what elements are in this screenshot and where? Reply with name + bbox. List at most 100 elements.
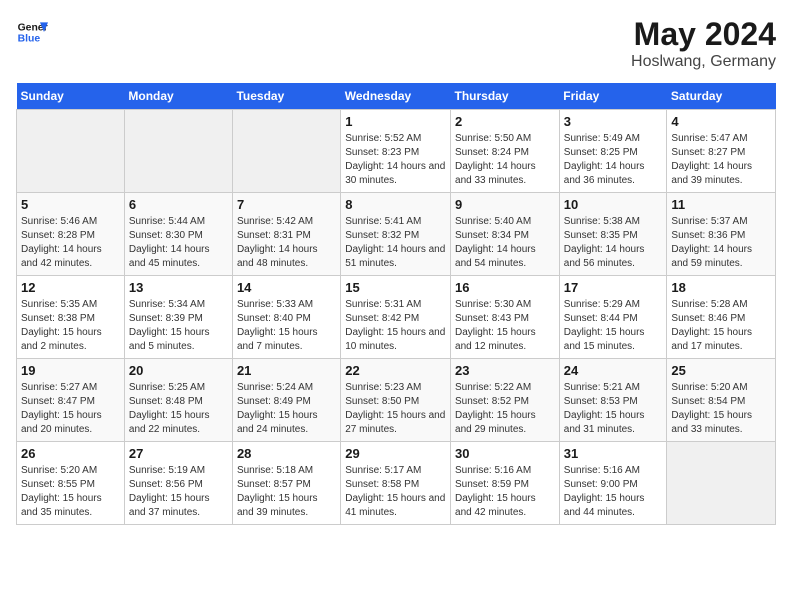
day-number: 24 [564, 363, 663, 378]
day-info: Sunrise: 5:46 AMSunset: 8:28 PMDaylight:… [21, 215, 120, 271]
day-info: Sunrise: 5:22 AMSunset: 8:52 PMDaylight:… [455, 381, 555, 437]
calendar-week-row: 19 Sunrise: 5:27 AMSunset: 8:47 PMDayligh… [17, 359, 776, 442]
calendar-week-row: 1Sunrise: 5:52 AMSunset: 8:23 PMDaylight… [17, 110, 776, 193]
day-number: 7 [237, 197, 336, 212]
day-info: Sunrise: 5:38 AMSunset: 8:35 PMDaylight:… [564, 215, 663, 271]
calendar-cell [124, 110, 232, 193]
day-number: 18 [671, 280, 771, 295]
weekday-header: Monday [124, 83, 232, 110]
weekday-header: Saturday [667, 83, 776, 110]
day-info: Sunrise: 5:34 AMSunset: 8:39 PMDaylight:… [129, 298, 228, 354]
calendar-cell: 14 Sunrise: 5:33 AMSunset: 8:40 PMDayligh… [232, 276, 340, 359]
day-info: Sunrise: 5:25 AMSunset: 8:48 PMDaylight:… [129, 381, 228, 437]
day-number: 8 [345, 197, 446, 212]
calendar-cell: 29Sunrise: 5:17 AMSunset: 8:58 PMDayligh… [341, 442, 451, 525]
day-number: 3 [564, 114, 663, 129]
day-info: Sunrise: 5:27 AMSunset: 8:47 PMDaylight:… [21, 381, 120, 437]
day-number: 23 [455, 363, 555, 378]
day-number: 20 [129, 363, 228, 378]
calendar-week-row: 5 Sunrise: 5:46 AMSunset: 8:28 PMDaylight… [17, 193, 776, 276]
day-number: 14 [237, 280, 336, 295]
calendar-cell: 15 Sunrise: 5:31 AMSunset: 8:42 PMDayligh… [341, 276, 451, 359]
day-info: Sunrise: 5:44 AMSunset: 8:30 PMDaylight:… [129, 215, 228, 271]
calendar-cell: 23 Sunrise: 5:22 AMSunset: 8:52 PMDayligh… [451, 359, 560, 442]
day-info: Sunrise: 5:29 AMSunset: 8:44 PMDaylight:… [564, 298, 663, 354]
calendar-cell: 21 Sunrise: 5:24 AMSunset: 8:49 PMDayligh… [232, 359, 340, 442]
day-number: 13 [129, 280, 228, 295]
day-info: Sunrise: 5:18 AMSunset: 8:57 PMDaylight:… [237, 464, 336, 520]
calendar-cell: 3 Sunrise: 5:49 AMSunset: 8:25 PMDaylight… [559, 110, 667, 193]
calendar-cell: 6 Sunrise: 5:44 AMSunset: 8:30 PMDaylight… [124, 193, 232, 276]
day-info: Sunrise: 5:49 AMSunset: 8:25 PMDaylight:… [564, 132, 663, 188]
logo: General Blue [16, 16, 48, 48]
day-info: Sunrise: 5:41 AMSunset: 8:32 PMDaylight:… [345, 215, 446, 271]
weekday-header: Thursday [451, 83, 560, 110]
day-info: Sunrise: 5:23 AMSunset: 8:50 PMDaylight:… [345, 381, 446, 437]
day-number: 15 [345, 280, 446, 295]
calendar-cell: 1Sunrise: 5:52 AMSunset: 8:23 PMDaylight… [341, 110, 451, 193]
day-info: Sunrise: 5:30 AMSunset: 8:43 PMDaylight:… [455, 298, 555, 354]
day-number: 2 [455, 114, 555, 129]
day-info: Sunrise: 5:21 AMSunset: 8:53 PMDaylight:… [564, 381, 663, 437]
weekday-header: Friday [559, 83, 667, 110]
calendar-table: SundayMondayTuesdayWednesdayThursdayFrid… [16, 83, 776, 525]
weekday-header: Wednesday [341, 83, 451, 110]
day-info: Sunrise: 5:47 AMSunset: 8:27 PMDaylight:… [671, 132, 771, 188]
day-info: Sunrise: 5:28 AMSunset: 8:46 PMDaylight:… [671, 298, 771, 354]
svg-text:Blue: Blue [18, 34, 41, 45]
calendar-cell [17, 110, 125, 193]
day-number: 21 [237, 363, 336, 378]
page-title: May 2024 [631, 16, 776, 53]
day-info: Sunrise: 5:31 AMSunset: 8:42 PMDaylight:… [345, 298, 446, 354]
day-info: Sunrise: 5:24 AMSunset: 8:49 PMDaylight:… [237, 381, 336, 437]
page-subtitle: Hoslwang, Germany [631, 53, 776, 71]
calendar-cell: 12 Sunrise: 5:35 AMSunset: 8:38 PMDayligh… [17, 276, 125, 359]
calendar-cell: 24 Sunrise: 5:21 AMSunset: 8:53 PMDayligh… [559, 359, 667, 442]
day-number: 5 [21, 197, 120, 212]
calendar-cell: 2 Sunrise: 5:50 AMSunset: 8:24 PMDaylight… [451, 110, 560, 193]
calendar-cell: 27Sunrise: 5:19 AMSunset: 8:56 PMDayligh… [124, 442, 232, 525]
calendar-cell: 16Sunrise: 5:30 AMSunset: 8:43 PMDayligh… [451, 276, 560, 359]
calendar-cell: 25Sunrise: 5:20 AMSunset: 8:54 PMDayligh… [667, 359, 776, 442]
day-info: Sunrise: 5:37 AMSunset: 8:36 PMDaylight:… [671, 215, 771, 271]
calendar-cell: 8 Sunrise: 5:41 AMSunset: 8:32 PMDaylight… [341, 193, 451, 276]
calendar-cell: 11 Sunrise: 5:37 AMSunset: 8:36 PMDayligh… [667, 193, 776, 276]
day-number: 19 [21, 363, 120, 378]
calendar-cell: 4 Sunrise: 5:47 AMSunset: 8:27 PMDaylight… [667, 110, 776, 193]
calendar-cell [667, 442, 776, 525]
page-header: General Blue May 2024 Hoslwang, Germany [16, 16, 776, 71]
calendar-cell [232, 110, 340, 193]
title-block: May 2024 Hoslwang, Germany [631, 16, 776, 71]
day-info: Sunrise: 5:50 AMSunset: 8:24 PMDaylight:… [455, 132, 555, 188]
day-number: 17 [564, 280, 663, 295]
calendar-cell: 17 Sunrise: 5:29 AMSunset: 8:44 PMDayligh… [559, 276, 667, 359]
calendar-cell: 7 Sunrise: 5:42 AMSunset: 8:31 PMDaylight… [232, 193, 340, 276]
day-number: 28 [237, 446, 336, 461]
day-info: Sunrise: 5:42 AMSunset: 8:31 PMDaylight:… [237, 215, 336, 271]
calendar-cell: 22 Sunrise: 5:23 AMSunset: 8:50 PMDayligh… [341, 359, 451, 442]
day-info: Sunrise: 5:19 AMSunset: 8:56 PMDaylight:… [129, 464, 228, 520]
day-number: 1 [345, 114, 446, 129]
day-number: 25 [671, 363, 771, 378]
day-number: 12 [21, 280, 120, 295]
day-info: Sunrise: 5:17 AMSunset: 8:58 PMDaylight:… [345, 464, 446, 520]
weekday-header: Tuesday [232, 83, 340, 110]
day-info: Sunrise: 5:16 AMSunset: 9:00 PMDaylight:… [564, 464, 663, 520]
logo-icon: General Blue [16, 16, 48, 48]
calendar-cell: 26Sunrise: 5:20 AMSunset: 8:55 PMDayligh… [17, 442, 125, 525]
day-number: 6 [129, 197, 228, 212]
calendar-cell: 31 Sunrise: 5:16 AMSunset: 9:00 PMDayligh… [559, 442, 667, 525]
day-number: 11 [671, 197, 771, 212]
day-number: 4 [671, 114, 771, 129]
calendar-cell: 18 Sunrise: 5:28 AMSunset: 8:46 PMDayligh… [667, 276, 776, 359]
day-info: Sunrise: 5:33 AMSunset: 8:40 PMDaylight:… [237, 298, 336, 354]
day-info: Sunrise: 5:35 AMSunset: 8:38 PMDaylight:… [21, 298, 120, 354]
calendar-week-row: 26Sunrise: 5:20 AMSunset: 8:55 PMDayligh… [17, 442, 776, 525]
calendar-cell: 28 Sunrise: 5:18 AMSunset: 8:57 PMDayligh… [232, 442, 340, 525]
day-info: Sunrise: 5:40 AMSunset: 8:34 PMDaylight:… [455, 215, 555, 271]
calendar-cell: 5 Sunrise: 5:46 AMSunset: 8:28 PMDaylight… [17, 193, 125, 276]
day-info: Sunrise: 5:16 AMSunset: 8:59 PMDaylight:… [455, 464, 555, 520]
calendar-cell: 9Sunrise: 5:40 AMSunset: 8:34 PMDaylight… [451, 193, 560, 276]
day-number: 31 [564, 446, 663, 461]
day-number: 22 [345, 363, 446, 378]
